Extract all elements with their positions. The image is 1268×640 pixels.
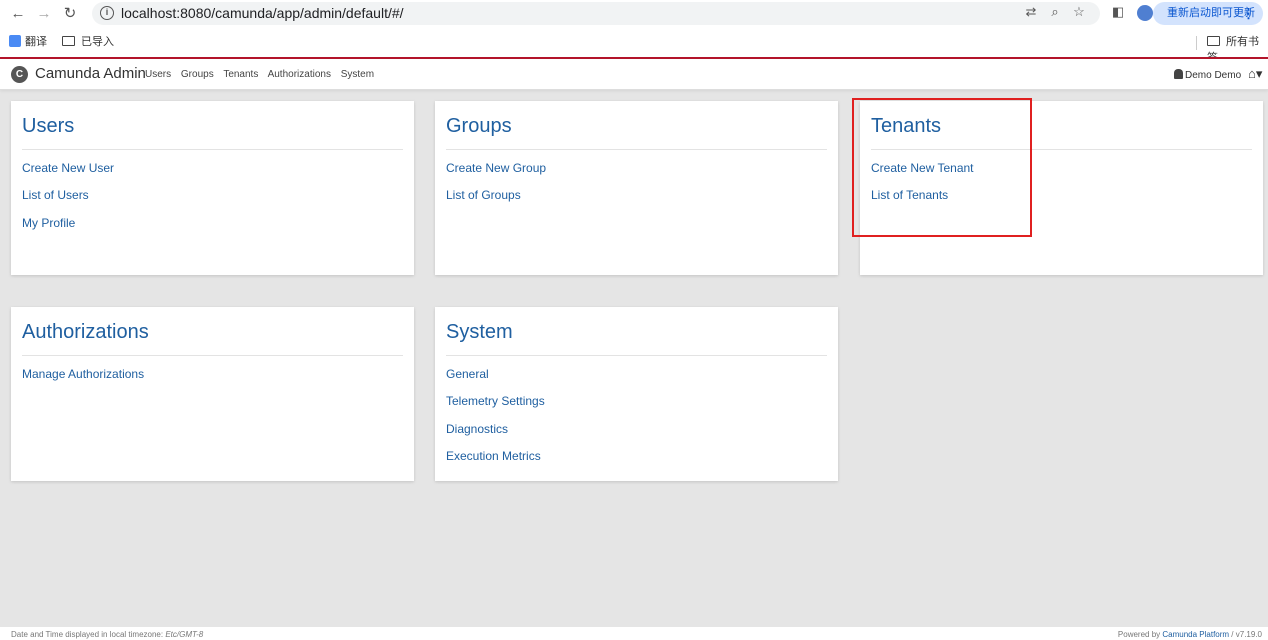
card-title: System xyxy=(446,321,513,343)
manage-authorizations-link[interactable]: Manage Authorizations xyxy=(22,367,144,394)
card-title: Users xyxy=(22,115,75,137)
card-title: Groups xyxy=(446,115,512,137)
powered-by: Powered by Camunda Platform / v7.19.0 xyxy=(1118,630,1262,639)
forward-arrow-icon[interactable]: → xyxy=(34,4,54,24)
bookmark-star-icon[interactable]: ☆ xyxy=(1070,4,1088,20)
card-authorizations: Authorizations Manage Authorizations xyxy=(11,307,414,481)
nav-groups[interactable]: Groups xyxy=(181,69,214,80)
nav-tenants[interactable]: Tenants xyxy=(223,69,258,80)
diagnostics-link[interactable]: Diagnostics xyxy=(446,422,545,449)
nav-authorizations[interactable]: Authorizations xyxy=(268,69,331,80)
bookmark-label: 翻译 xyxy=(25,36,47,48)
top-nav: Users Groups Tenants Authorizations Syst… xyxy=(145,69,381,80)
user-icon xyxy=(1174,69,1183,79)
camunda-platform-link[interactable]: Camunda Platform xyxy=(1162,630,1229,639)
side-panel-icon[interactable]: ◧ xyxy=(1109,4,1127,20)
list-of-users-link[interactable]: List of Users xyxy=(22,188,114,215)
timezone-prefix: Date and Time displayed in local timezon… xyxy=(11,630,166,639)
card-groups: Groups Create New Group List of Groups xyxy=(435,101,838,275)
address-row: ← → ↻ i localhost:8080/camunda/app/admin… xyxy=(0,0,1268,27)
nav-system[interactable]: System xyxy=(341,69,374,80)
list-of-groups-link[interactable]: List of Groups xyxy=(446,188,546,215)
profile-avatar-icon[interactable] xyxy=(1137,5,1153,21)
nav-users[interactable]: Users xyxy=(145,69,171,80)
back-arrow-icon[interactable]: ← xyxy=(8,4,28,24)
timezone-value: Etc/GMT-8 xyxy=(165,630,204,639)
restart-to-update-button[interactable]: 重新启动即可更新 ⋮ xyxy=(1153,2,1263,25)
telemetry-settings-link[interactable]: Telemetry Settings xyxy=(446,394,545,421)
reload-icon[interactable]: ↻ xyxy=(60,4,80,24)
bookmarks-bar: 翻译 已导入 所有书签 xyxy=(0,30,1268,64)
create-new-user-link[interactable]: Create New User xyxy=(22,161,114,188)
card-divider xyxy=(22,149,403,150)
bookmark-folder-imported[interactable]: 已导入 xyxy=(62,34,114,50)
card-divider xyxy=(446,149,827,150)
bookmarks-divider xyxy=(1196,36,1197,50)
brand-name[interactable]: Camunda Admin xyxy=(35,65,146,82)
folder-icon xyxy=(62,36,75,46)
translate-page-icon[interactable]: ⇄ xyxy=(1022,4,1040,20)
zoom-icon[interactable]: ⌕ xyxy=(1046,4,1064,20)
folder-icon xyxy=(1207,36,1220,46)
bookmark-translate[interactable]: 翻译 xyxy=(9,34,47,50)
card-divider xyxy=(22,355,403,356)
create-new-group-link[interactable]: Create New Group xyxy=(446,161,546,188)
camunda-logo-icon[interactable]: C xyxy=(11,66,28,83)
general-link[interactable]: General xyxy=(446,367,545,394)
version-text: / v7.19.0 xyxy=(1229,630,1262,639)
browser-chrome: ← → ↻ i localhost:8080/camunda/app/admin… xyxy=(0,0,1268,64)
card-divider xyxy=(446,355,827,356)
powered-prefix: Powered by xyxy=(1117,630,1163,639)
home-icon[interactable]: ⌂▾ xyxy=(1248,66,1262,82)
app-header: C Camunda Admin Users Groups Tenants Aut… xyxy=(0,59,1268,90)
highlight-annotation-box xyxy=(852,98,1032,237)
footer: Date and Time displayed in local timezon… xyxy=(0,627,1268,640)
url-text: localhost:8080/camunda/app/admin/default… xyxy=(121,5,404,21)
card-users: Users Create New User List of Users My P… xyxy=(11,101,414,275)
user-name: Demo Demo xyxy=(1185,70,1242,81)
execution-metrics-link[interactable]: Execution Metrics xyxy=(446,449,545,476)
site-info-icon[interactable]: i xyxy=(100,6,114,20)
address-bar[interactable]: i localhost:8080/camunda/app/admin/defau… xyxy=(92,2,1100,25)
bookmark-label: 已导入 xyxy=(81,36,114,48)
translate-icon xyxy=(9,35,21,47)
menu-dots-icon: ⋮ xyxy=(1242,6,1255,21)
my-profile-link[interactable]: My Profile xyxy=(22,216,114,243)
card-system: System General Telemetry Settings Diagno… xyxy=(435,307,838,481)
card-title: Authorizations xyxy=(22,321,149,343)
all-bookmarks-folder[interactable]: 所有书签 xyxy=(1207,34,1268,64)
user-menu[interactable]: Demo Demo xyxy=(1174,69,1241,81)
timezone-note: Date and Time displayed in local timezon… xyxy=(11,630,203,639)
